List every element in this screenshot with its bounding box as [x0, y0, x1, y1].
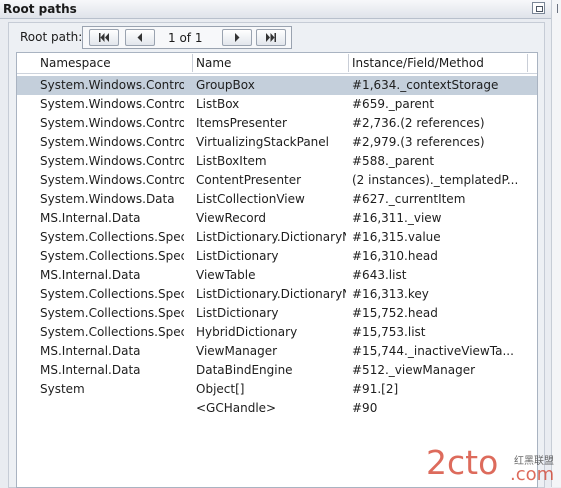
- instance-cell: #588._parent: [352, 154, 435, 168]
- table-row[interactable]: System.Windows.Data ListCollectionView #62…: [17, 190, 537, 209]
- instance-cell: #2,736.(2 references): [352, 116, 485, 130]
- column-header-name[interactable]: Name: [196, 56, 231, 70]
- table-row[interactable]: System.Collections.Speci... HybridDiction…: [17, 323, 537, 342]
- watermark-logo: 2cto 红黑联盟 .com: [426, 443, 554, 484]
- first-page-button[interactable]: [89, 29, 119, 46]
- table-row[interactable]: System.Windows.Controls GroupBox #1,634._c…: [17, 76, 537, 95]
- name-cell: ContentPresenter: [196, 173, 302, 187]
- name-cell: DataBindEngine: [196, 363, 293, 377]
- namespace-cell: System: [40, 382, 85, 396]
- name-cell: Object[]: [196, 382, 245, 396]
- table-row[interactable]: System.Windows.Controls ListBoxItem #588._…: [17, 152, 537, 171]
- table-row[interactable]: System.Windows.Controls ItemsPresenter #2,…: [17, 114, 537, 133]
- table-row[interactable]: System.Collections.Speci... ListDictionar…: [17, 285, 537, 304]
- instance-cell: #16,313.key: [352, 287, 429, 301]
- watermark-main: 2cto: [426, 443, 498, 482]
- namespace-cell: System.Windows.Controls: [40, 116, 184, 130]
- instance-cell: #659._parent: [352, 97, 435, 111]
- table-row[interactable]: MS.Internal.Data ViewTable #643.list: [17, 266, 537, 285]
- namespace-cell: System.Collections.Speci...: [40, 325, 184, 339]
- next-page-icon: [235, 33, 240, 42]
- name-cell: ListDictionary.DictionaryN...: [196, 287, 346, 301]
- name-cell: ListDictionary: [196, 306, 279, 320]
- instance-cell: #643.list: [352, 268, 407, 282]
- last-page-button[interactable]: [256, 29, 286, 46]
- namespace-cell: System.Windows.Controls: [40, 135, 184, 149]
- name-cell: ViewManager: [196, 344, 278, 358]
- namespace-cell: System.Collections.Speci...: [40, 287, 184, 301]
- table-row[interactable]: System.Windows.Controls ContentPresenter (…: [17, 171, 537, 190]
- instance-cell: #627._currentItem: [352, 192, 466, 206]
- table-row[interactable]: MS.Internal.Data DataBindEngine #512._view…: [17, 361, 537, 380]
- instance-cell: #512._viewManager: [352, 363, 476, 377]
- name-cell: ViewRecord: [196, 211, 266, 225]
- instance-cell: #91.[2]: [352, 382, 399, 396]
- instance-cell: #15,753.list: [352, 325, 426, 339]
- table-row[interactable]: System.Collections.Speci... ListDictionar…: [17, 228, 537, 247]
- column-resize-handle[interactable]: [192, 54, 193, 72]
- instance-cell: #2,979.(3 references): [352, 135, 485, 149]
- table-row[interactable]: MS.Internal.Data ViewManager #15,744._inac…: [17, 342, 537, 361]
- next-page-button[interactable]: [222, 29, 252, 46]
- namespace-cell: System.Windows.Controls: [40, 78, 184, 92]
- namespace-cell: System.Collections.Speci...: [40, 306, 184, 320]
- instance-cell: #16,310.head: [352, 249, 438, 263]
- panel-title: Root paths: [3, 2, 77, 16]
- name-cell: ListDictionary: [196, 249, 279, 263]
- name-cell: ListCollectionView: [196, 192, 305, 206]
- table-row[interactable]: MS.Internal.Data ViewRecord #16,311._view: [17, 209, 537, 228]
- watermark-com: .com: [510, 464, 554, 484]
- name-cell: ListBox: [196, 97, 240, 111]
- page-info: 1 of 1: [168, 31, 203, 45]
- column-resize-handle[interactable]: [348, 54, 349, 72]
- namespace-cell: MS.Internal.Data: [40, 268, 141, 282]
- instance-cell: #16,315.value: [352, 230, 441, 244]
- root-paths-table: Namespace Name Instance/Field/Method Sys…: [16, 52, 538, 488]
- table-row[interactable]: System.Windows.Controls VirtualizingStack…: [17, 133, 537, 152]
- title-bar: Root paths: [0, 0, 551, 19]
- name-cell: ListDictionary.DictionaryN...: [196, 230, 346, 244]
- right-edge-strip: [551, 0, 561, 487]
- column-header-namespace[interactable]: Namespace: [40, 56, 111, 70]
- root-path-pager: 1 of 1: [82, 26, 292, 49]
- column-resize-handle[interactable]: [527, 54, 528, 72]
- instance-cell: #16,311._view: [352, 211, 442, 225]
- table-row[interactable]: System.Collections.Speci... ListDictionar…: [17, 304, 537, 323]
- table-row[interactable]: System.Collections.Speci... ListDictionar…: [17, 247, 537, 266]
- column-header-instance[interactable]: Instance/Field/Method: [352, 56, 484, 70]
- namespace-cell: System.Windows.Data: [40, 192, 175, 206]
- namespace-cell: System.Windows.Controls: [40, 154, 184, 168]
- previous-page-icon: [137, 33, 142, 42]
- first-page-icon: [99, 33, 109, 42]
- namespace-cell: MS.Internal.Data: [40, 344, 141, 358]
- name-cell: ItemsPresenter: [196, 116, 287, 130]
- instance-cell: #1,634._contextStorage: [352, 78, 499, 92]
- previous-page-button[interactable]: [125, 29, 155, 46]
- namespace-cell: System.Windows.Controls: [40, 97, 184, 111]
- name-cell: ViewTable: [196, 268, 256, 282]
- namespace-cell: MS.Internal.Data: [40, 363, 141, 377]
- name-cell: VirtualizingStackPanel: [196, 135, 329, 149]
- table-header: Namespace Name Instance/Field/Method: [17, 53, 537, 74]
- name-cell: <GCHandle>: [196, 401, 277, 415]
- instance-cell: #15,752.head: [352, 306, 438, 320]
- table-row[interactable]: <GCHandle> #90: [17, 399, 537, 418]
- name-cell: HybridDictionary: [196, 325, 298, 339]
- name-cell: GroupBox: [196, 78, 255, 92]
- table-row[interactable]: System.Windows.Controls ListBox #659._pare…: [17, 95, 537, 114]
- instance-cell: (2 instances)._templatedP...: [352, 173, 519, 187]
- instance-cell: #90: [352, 401, 378, 415]
- namespace-cell: System.Collections.Speci...: [40, 249, 184, 263]
- last-page-icon: [266, 33, 276, 42]
- namespace-cell: System.Windows.Controls: [40, 173, 184, 187]
- instance-cell: #15,744._inactiveViewTa...: [352, 344, 514, 358]
- name-cell: ListBoxItem: [196, 154, 267, 168]
- namespace-cell: System.Collections.Speci...: [40, 230, 184, 244]
- namespace-cell: MS.Internal.Data: [40, 211, 141, 225]
- table-row[interactable]: System Object[] #91.[2]: [17, 380, 537, 399]
- root-path-label: Root path:: [20, 30, 83, 44]
- window-restore-icon[interactable]: [532, 2, 545, 14]
